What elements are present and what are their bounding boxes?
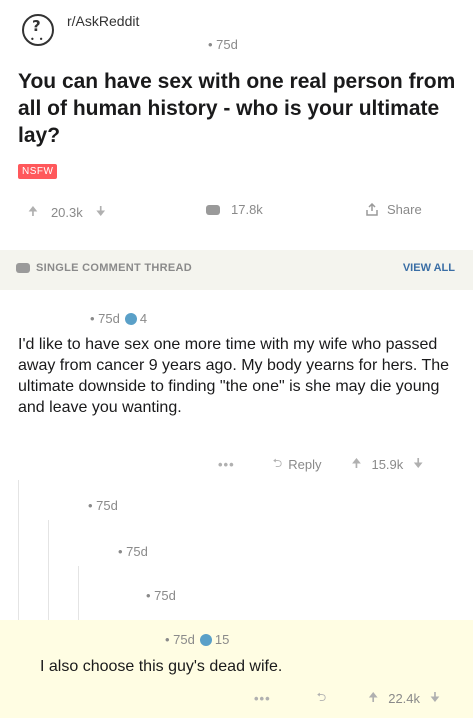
comment-actions: ••• ⮌ Reply 🠉 15.9k 🠋	[218, 454, 423, 475]
post-header: ? •• r/AskReddit • 75d You can have sex …	[0, 0, 473, 250]
share-button[interactable]: Share	[366, 202, 422, 217]
nested-reply-timestamp[interactable]: • 75d	[146, 588, 176, 603]
downvote-icon[interactable]: 🠋	[430, 688, 440, 709]
comment-award-count: 4	[139, 311, 148, 326]
highlighted-comment-meta: • 75d 15	[165, 632, 229, 647]
nested-reply-timestamp[interactable]: • 75d	[118, 544, 148, 559]
downvote-icon[interactable]: 🠋	[413, 454, 423, 475]
comment-score: 15.9k	[371, 457, 404, 472]
downvote-icon[interactable]: 🠋	[96, 202, 106, 223]
view-all-link[interactable]: VIEW ALL	[403, 262, 455, 274]
subreddit-avatar-icon[interactable]: ? ••	[22, 14, 54, 46]
award-icon	[124, 312, 137, 325]
reply-button[interactable]: Reply	[288, 457, 321, 472]
post-actions: 🠉 20.3k 🠋 17.8k Share	[0, 196, 473, 224]
comment-bubble-icon	[206, 204, 220, 215]
post-upvote-count: 20.3k	[50, 205, 83, 220]
post-vote-group: 🠉 20.3k 🠋	[28, 202, 106, 223]
comment-text: I'd like to have sex one more time with …	[18, 336, 450, 416]
comment-meta: • 75d 4	[90, 311, 147, 326]
comment: • 75d 4 I'd like to have sex one more ti…	[0, 290, 473, 480]
face-glyph: ••	[30, 35, 48, 44]
share-label: Share	[387, 202, 422, 217]
comment-timestamp: • 75d	[90, 311, 120, 326]
post-comment-count: 17.8k	[231, 202, 263, 217]
thread-label: SINGLE COMMENT THREAD	[36, 262, 193, 274]
nsfw-badge: NSFW	[18, 164, 58, 179]
nested-reply-timestamp[interactable]: • 75d	[88, 498, 118, 513]
subreddit-name[interactable]: r/AskReddit	[67, 13, 139, 29]
post-comments-button[interactable]: 17.8k	[206, 202, 263, 217]
upvote-icon[interactable]: 🠉	[28, 202, 38, 223]
reply-icon[interactable]: ⮌	[317, 688, 327, 709]
highlighted-comment-timestamp: • 75d	[165, 632, 195, 647]
upvote-icon[interactable]: 🠉	[352, 454, 362, 475]
share-icon	[366, 203, 378, 216]
thread-line	[18, 480, 19, 620]
question-mark-glyph: ?	[32, 17, 41, 35]
upvote-icon[interactable]: 🠉	[368, 688, 378, 709]
post-timestamp: • 75d	[208, 37, 238, 52]
highlighted-comment-actions: ••• ⮌ 🠉 22.4k 🠋	[254, 688, 440, 709]
thread-label-group: SINGLE COMMENT THREAD	[16, 262, 192, 274]
highlighted-comment-text: I also choose this guy's dead wife.	[40, 658, 283, 675]
award-icon	[199, 633, 212, 646]
more-options-icon[interactable]: •••	[254, 691, 271, 706]
highlighted-comment-award-count: 15	[214, 632, 230, 647]
comment-thread-icon	[16, 263, 30, 273]
thread-bar: SINGLE COMMENT THREAD VIEW ALL	[0, 250, 473, 290]
thread-line	[78, 566, 79, 620]
reply-icon[interactable]: ⮌	[273, 454, 283, 475]
thread-line	[48, 520, 49, 620]
nested-replies: • 75d • 75d • 75d	[0, 480, 473, 620]
highlighted-comment: • 75d 15 I also choose this guy's dead w…	[0, 620, 473, 718]
post-title[interactable]: You can have sex with one real person fr…	[18, 68, 458, 149]
more-options-icon[interactable]: •••	[218, 457, 235, 472]
highlighted-comment-score: 22.4k	[388, 691, 421, 706]
